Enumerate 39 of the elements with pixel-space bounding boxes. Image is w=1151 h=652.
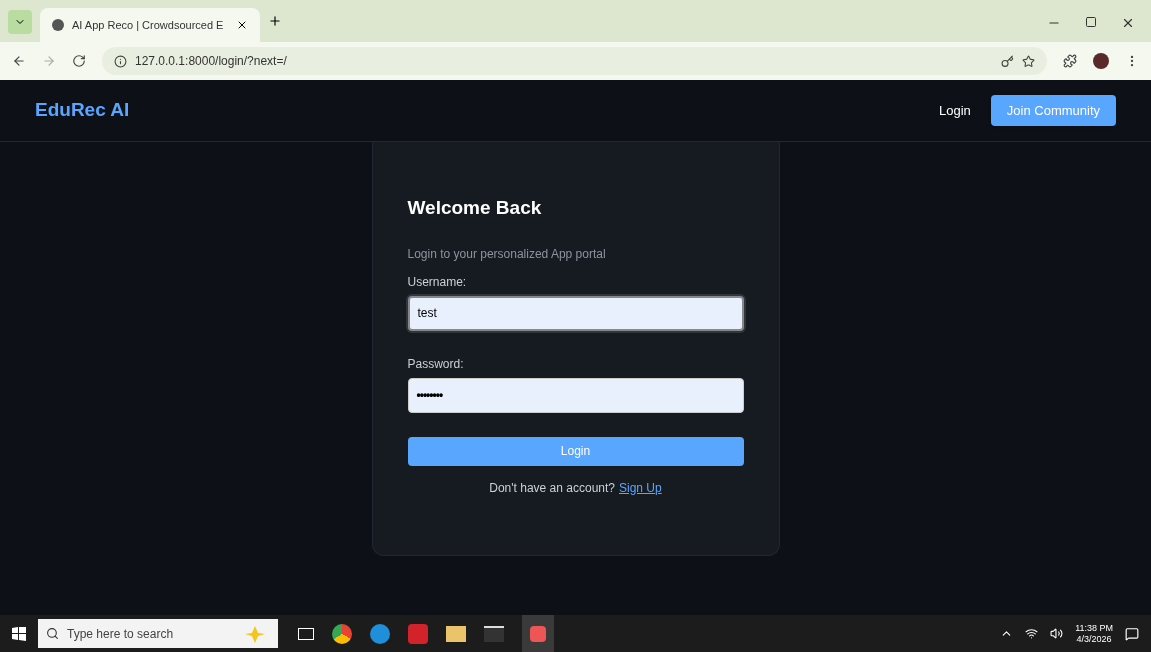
notification-icon[interactable]	[1125, 626, 1139, 641]
key-icon[interactable]	[1001, 54, 1014, 68]
browser-tab[interactable]: AI App Reco | Crowdsourced E	[40, 8, 260, 42]
username-field[interactable]: test	[407, 295, 744, 331]
clock-time[interactable]: 11:38 PM	[1075, 622, 1113, 634]
tab-menu-button[interactable]	[8, 10, 32, 34]
card-title: Welcome Back	[407, 196, 543, 220]
nav-link[interactable]: Login	[939, 100, 971, 121]
network-icon[interactable]	[1025, 627, 1039, 640]
tab-title: AI App Reco | Crowdsourced E	[72, 17, 225, 33]
active-app-button[interactable]	[522, 615, 554, 652]
password-field[interactable]: ••••••••	[407, 377, 744, 413]
taskbar-search-field[interactable]: Type here to search	[38, 619, 278, 648]
chrome-app-icon[interactable]	[332, 623, 352, 644]
windows-start-icon[interactable]	[12, 626, 26, 641]
close-icon[interactable]	[236, 19, 248, 31]
card-subtitle: Login to your personalized App portal	[407, 245, 607, 263]
field-label: Password:	[407, 355, 465, 373]
new-tab-icon[interactable]	[268, 14, 282, 28]
puzzle-icon[interactable]	[1063, 54, 1077, 68]
signup-link[interactable]: Sign Up	[619, 478, 662, 497]
reload-icon[interactable]	[72, 54, 86, 68]
search-icon	[46, 627, 59, 640]
maximize-icon[interactable]	[1085, 16, 1097, 28]
clock-date[interactable]: 4/3/2026	[1076, 633, 1112, 645]
star-icon[interactable]	[1022, 54, 1035, 68]
address-bar[interactable]: 127.0.0.1:8000/login/?next=/	[102, 47, 1047, 75]
signup-prompt: Don't have an account?	[489, 479, 615, 497]
field-label: Username:	[407, 273, 468, 291]
brand-logo[interactable]: EduRec AI	[35, 96, 130, 125]
search-placeholder: Type here to search	[67, 625, 175, 643]
profile-avatar[interactable]	[1093, 53, 1109, 69]
folder-app-icon[interactable]	[446, 625, 466, 642]
url-text: 127.0.0.1:8000/login/?next=/	[135, 53, 287, 70]
back-icon[interactable]	[12, 54, 26, 68]
task-view-icon[interactable]	[298, 627, 314, 640]
info-icon	[114, 54, 127, 68]
close-icon[interactable]	[1121, 16, 1135, 30]
volume-icon[interactable]	[1050, 627, 1064, 640]
